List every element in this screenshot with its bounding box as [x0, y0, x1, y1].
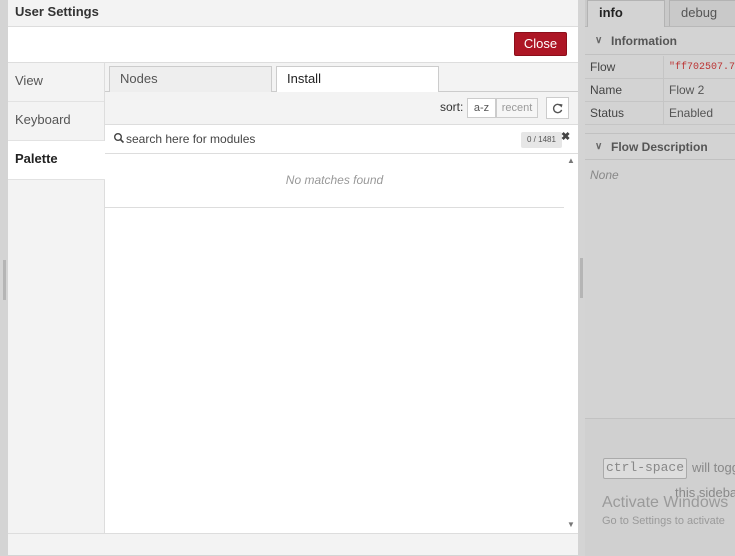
shortcut-key: ctrl-space [603, 458, 688, 479]
dialog-button-bar: Close [8, 27, 578, 63]
left-splitter-handle[interactable] [3, 260, 6, 300]
sort-recent-button[interactable]: recent [496, 98, 538, 118]
scroll-up-arrow-icon[interactable]: ▲ [567, 156, 575, 165]
scroll-down-arrow-icon[interactable]: ▼ [567, 520, 575, 529]
sort-az-button[interactable]: a-z [467, 98, 496, 118]
refresh-button[interactable] [546, 97, 569, 119]
sidebar-tab-info[interactable]: info [587, 0, 665, 27]
settings-nav-view[interactable]: View [8, 63, 104, 102]
dialog-footer [8, 533, 578, 555]
information-section-header[interactable]: ∨ Information [585, 28, 735, 55]
activation-watermark-subtitle: Go to Settings to activate [602, 515, 725, 527]
info-value: Enabled [663, 101, 735, 125]
info-key: Status [585, 101, 664, 125]
search-icon [114, 133, 125, 144]
module-search-input[interactable] [126, 130, 506, 148]
tab-install[interactable]: Install [276, 66, 439, 93]
results-scrollbar[interactable]: ▲ ▼ [564, 154, 578, 533]
info-key: Name [585, 78, 664, 102]
sidebar-splitter-handle[interactable] [580, 258, 583, 298]
chevron-down-icon: ∨ [595, 35, 603, 46]
sort-label: sort: [440, 100, 464, 114]
tab-nodes[interactable]: Nodes [109, 66, 272, 92]
palette-tabbar: Nodes Install [105, 63, 578, 93]
clear-search-icon[interactable]: ✖ [561, 130, 570, 143]
close-button[interactable]: Close [514, 32, 567, 56]
dialog-title: User Settings [8, 0, 578, 27]
flow-info-table: Flow "ff702507.7 Name Flow 2 Status Enab… [585, 56, 735, 125]
sidebar-hint-area: ctrl-space will togg this sideba Activat… [585, 418, 735, 556]
module-results-list: No matches found ▲ ▼ [105, 154, 578, 533]
info-value: "ff702507.7 [663, 56, 735, 79]
sidebar-tab-debug[interactable]: debug [669, 0, 735, 26]
table-row: Flow "ff702507.7 [585, 56, 735, 79]
table-row: Status Enabled [585, 101, 735, 125]
info-sidebar: info debug ∨ Information Flow "ff702507.… [585, 0, 735, 556]
settings-nav-palette[interactable]: Palette [8, 141, 105, 180]
result-count-badge: 0 / 1481 [521, 132, 562, 148]
chevron-down-icon: ∨ [595, 141, 603, 152]
information-heading: Information [611, 34, 677, 48]
install-toolbar: sort: a-z recent [105, 92, 578, 125]
hint-text: will togg [692, 460, 735, 475]
module-search-row: 0 / 1481 ✖ [105, 125, 578, 154]
settings-nav: View Keyboard Palette [8, 63, 105, 533]
refresh-icon [552, 103, 563, 114]
no-matches-message: No matches found [105, 154, 564, 208]
flow-description-section-header[interactable]: ∨ Flow Description [585, 133, 735, 160]
activation-watermark-title: Activate Windows [602, 494, 729, 511]
info-key: Flow [585, 56, 664, 79]
settings-nav-keyboard[interactable]: Keyboard [8, 102, 104, 141]
table-row: Name Flow 2 [585, 78, 735, 102]
sidebar-tabbar: info debug [585, 0, 735, 27]
flow-description-heading: Flow Description [611, 140, 708, 154]
info-value: Flow 2 [663, 78, 735, 102]
user-settings-dialog: User Settings Close View Keyboard Palett… [8, 0, 578, 555]
flow-description-text: None [590, 168, 619, 182]
